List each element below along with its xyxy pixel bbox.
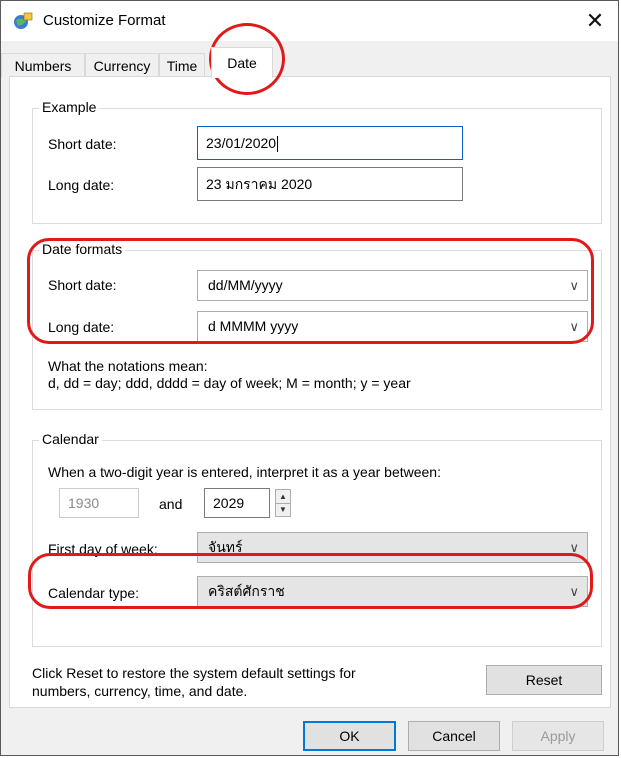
text-caret [277, 136, 279, 153]
year-spinner[interactable]: ▲ ▼ [275, 489, 291, 517]
tab-strip: Numbers Currency Time Date [1, 47, 618, 78]
chevron-down-icon: ∨ [569, 584, 579, 599]
first-day-of-week-label: First day of week: [48, 541, 158, 557]
short-date-format-label: Short date: [48, 277, 117, 293]
long-date-format-dropdown[interactable]: d MMMM yyyy ∨ [197, 311, 588, 342]
long-date-format-label: Long date: [48, 319, 115, 335]
cancel-button[interactable]: Cancel [408, 721, 500, 751]
example-long-date-field[interactable]: 23 มกราคม 2020 [197, 167, 463, 201]
date-formats-group: Date formats Short date: dd/MM/yyyy ∨ Lon… [32, 241, 602, 410]
dialog-title: Customize Format [43, 12, 166, 29]
regional-settings-icon [14, 12, 33, 29]
date-formats-group-title: Date formats [39, 241, 126, 257]
apply-button[interactable]: Apply [512, 721, 604, 751]
ok-button[interactable]: OK [303, 721, 396, 751]
reset-help-line1: Click Reset to restore the system defaul… [32, 665, 356, 681]
short-date-format-value: dd/MM/yyyy [208, 277, 283, 293]
short-date-format-dropdown[interactable]: dd/MM/yyyy ∨ [197, 270, 588, 301]
example-short-date-value: 23/01/2020 [206, 135, 277, 151]
chevron-down-icon: ∨ [569, 319, 579, 334]
two-digit-year-text: When a two-digit year is entered, interp… [48, 464, 441, 480]
close-icon: ✕ [585, 8, 605, 33]
chevron-down-icon: ∨ [569, 278, 579, 293]
calendar-type-value: คริสต์ศักราช [208, 583, 285, 599]
calendar-type-label: Calendar type: [48, 585, 140, 601]
example-long-date-value: 23 มกราคม 2020 [206, 176, 313, 192]
example-group: Example Short date: 23/01/2020 Long date… [32, 99, 602, 224]
year-from-field: 1930 [59, 488, 139, 518]
notation-text: d, dd = day; ddd, dddd = day of week; M … [48, 375, 411, 391]
notation-title: What the notations mean: [48, 358, 208, 374]
and-label: and [159, 496, 183, 512]
calendar-group-title: Calendar [39, 431, 102, 447]
reset-button[interactable]: Reset [486, 665, 602, 695]
tab-time[interactable]: Time [159, 53, 205, 77]
example-group-title: Example [39, 99, 100, 115]
close-button[interactable]: ✕ [572, 1, 618, 41]
example-short-date-label: Short date: [48, 136, 117, 152]
example-short-date-field[interactable]: 23/01/2020 [197, 126, 463, 160]
customize-format-dialog: Customize Format ✕ Numbers Currency Time… [0, 0, 619, 756]
tab-date[interactable]: Date [211, 47, 273, 78]
tab-numbers[interactable]: Numbers [1, 53, 85, 77]
spin-up-icon[interactable]: ▲ [276, 490, 290, 504]
first-day-of-week-value: จันทร์ [208, 539, 243, 555]
title-bar: Customize Format ✕ [1, 1, 618, 41]
calendar-group: Calendar When a two-digit year is entere… [32, 431, 602, 647]
calendar-type-dropdown[interactable]: คริสต์ศักราช ∨ [197, 576, 588, 607]
first-day-of-week-dropdown[interactable]: จันทร์ ∨ [197, 532, 588, 563]
spin-down-icon[interactable]: ▼ [276, 503, 290, 516]
reset-help-line2: numbers, currency, time, and date. [32, 683, 248, 699]
date-tab-panel: Example Short date: 23/01/2020 Long date… [9, 76, 611, 708]
tab-currency[interactable]: Currency [85, 53, 159, 77]
chevron-down-icon: ∨ [569, 540, 579, 555]
year-to-field[interactable]: 2029 [204, 488, 270, 518]
example-long-date-label: Long date: [48, 177, 115, 193]
long-date-format-value: d MMMM yyyy [208, 318, 299, 334]
